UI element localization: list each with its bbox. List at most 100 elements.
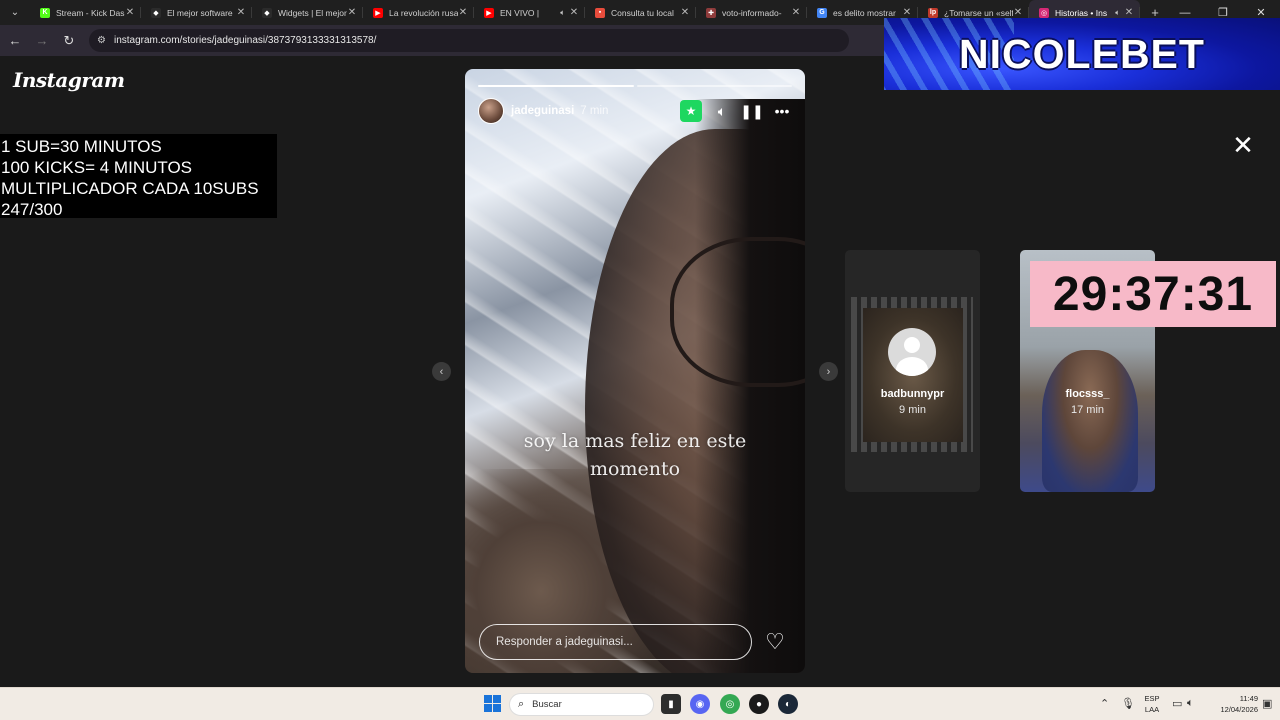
task-view-icon[interactable]: ▮ bbox=[661, 694, 681, 714]
tab-0[interactable]: K Stream - Kick Dash ✕ bbox=[30, 0, 141, 25]
reply-input[interactable]: Responder a jadeguinasi... bbox=[479, 624, 752, 660]
notification-icon[interactable]: ▣ bbox=[1262, 697, 1272, 710]
avatar[interactable] bbox=[478, 98, 504, 124]
tab-close-icon[interactable]: ✕ bbox=[1124, 7, 1134, 18]
close-stories-button[interactable]: ✕ bbox=[1230, 132, 1256, 158]
discord-icon[interactable]: ◉ bbox=[690, 694, 710, 714]
next-story-button[interactable]: › bbox=[819, 362, 838, 381]
lang-line: LAA bbox=[1144, 705, 1160, 714]
volume-button[interactable]: 🔈︎ bbox=[712, 101, 732, 121]
taskbar-search[interactable]: ⌕ Buscar bbox=[509, 693, 654, 716]
taskbar: ⌕ Buscar ▮ ◉ ◎ ● ◐ ⌃ 🎙︎ ESP LAA ▭ 🔈︎ 11:… bbox=[0, 687, 1280, 720]
favicon-icon: G bbox=[817, 7, 827, 18]
favicon-icon: ◆ bbox=[151, 7, 161, 18]
side-story-badbunnypr[interactable]: badbunnypr 9 min bbox=[845, 250, 980, 492]
screen: ⌄ K Stream - Kick Dash ✕ ◆ El mejor software… bbox=[0, 0, 1280, 720]
steam-icon[interactable]: ◐ bbox=[778, 694, 798, 714]
story-caption: soy la mas feliz en este momento bbox=[523, 430, 747, 480]
tab-title: EN VIVO | bbox=[500, 7, 540, 18]
favicon-icon: ▶ bbox=[373, 7, 383, 18]
tab-2[interactable]: ◆ Widgets | El mejor ✕ bbox=[252, 0, 363, 25]
tab-title: Consulta tu local bbox=[611, 7, 674, 18]
arrow-left-icon: ← bbox=[8, 33, 22, 48]
tab-title: Historias • Ins bbox=[1055, 7, 1108, 18]
tab-6[interactable]: ✚ voto-informado- ✕ bbox=[696, 0, 807, 25]
stream-rules-overlay: 1 SUB=30 MINUTOS 100 KICKS= 4 MINUTOS MU… bbox=[0, 134, 277, 219]
tab-close-icon[interactable]: ✕ bbox=[1013, 7, 1023, 18]
instagram-logo[interactable]: Instagram bbox=[13, 68, 125, 92]
more-options-button[interactable]: ••• bbox=[772, 101, 792, 121]
network-icon[interactable]: ▭ bbox=[1172, 697, 1182, 710]
taskbar-search-placeholder: Buscar bbox=[532, 699, 562, 710]
tab-3[interactable]: ▶ La revolución rusa ✕ bbox=[363, 0, 474, 25]
rule-line: 100 KICKS= 4 MINUTOS bbox=[1, 158, 193, 177]
side-story-username: badbunnypr bbox=[880, 388, 945, 400]
story-username[interactable]: jadeguinasi bbox=[511, 105, 574, 117]
tab-close-icon[interactable]: ✕ bbox=[680, 7, 690, 18]
address-bar[interactable]: ⚙ instagram.com/stories/jadeguinasi/3873… bbox=[89, 29, 849, 52]
tab-close-icon[interactable]: ✕ bbox=[458, 7, 468, 18]
story-actions: ★ 🔈︎ ❚❚ ••• bbox=[680, 100, 792, 122]
reload-button[interactable]: ↻ bbox=[57, 29, 81, 53]
story-progress-bar bbox=[478, 85, 792, 87]
tab-close-icon[interactable]: ✕ bbox=[791, 7, 801, 18]
favicon-icon: ◎ bbox=[1039, 7, 1049, 18]
favicon-icon: ▪ bbox=[595, 7, 605, 18]
site-info-icon[interactable]: ⚙ bbox=[97, 35, 106, 46]
windows-logo-icon bbox=[484, 695, 492, 703]
language-indicator[interactable]: ESP LAA bbox=[1142, 693, 1162, 715]
chevron-right-icon: › bbox=[826, 365, 831, 378]
back-button[interactable]: ← bbox=[3, 29, 27, 53]
obs-icon[interactable]: ● bbox=[749, 694, 769, 714]
chevron-left-icon: ‹ bbox=[439, 365, 444, 378]
more-icon: ••• bbox=[774, 103, 790, 119]
tab-title: Stream - Kick Dash bbox=[56, 7, 125, 18]
tab-close-icon[interactable]: ✕ bbox=[902, 7, 912, 18]
tab-close-icon[interactable]: ✕ bbox=[347, 7, 357, 18]
previous-story-button[interactable]: ‹ bbox=[432, 362, 451, 381]
story-image-glasses bbox=[670, 237, 805, 387]
windows-logo-icon bbox=[484, 704, 492, 712]
like-button[interactable]: ♡ bbox=[763, 630, 787, 654]
tab-audio-icon[interactable]: 🔈︎ bbox=[560, 8, 565, 18]
search-icon: ⌕ bbox=[518, 698, 525, 710]
pause-button[interactable]: ❚❚ bbox=[740, 101, 764, 121]
pause-icon: ❚❚ bbox=[740, 102, 764, 119]
favicon-icon: ▶ bbox=[484, 7, 494, 18]
countdown-timer: 29:37:31 bbox=[1030, 261, 1276, 327]
close-icon: ✕ bbox=[1232, 130, 1254, 160]
tab-close-icon[interactable]: ✕ bbox=[569, 7, 579, 18]
progress-segment bbox=[478, 85, 634, 87]
avatar bbox=[888, 328, 936, 376]
side-story-time: 9 min bbox=[899, 404, 926, 416]
close-friends-star-icon: ★ bbox=[680, 100, 702, 122]
rule-line: 247/300 bbox=[1, 200, 63, 219]
clock-time: 11:49 bbox=[1239, 694, 1258, 703]
clock[interactable]: 11:49 12/04/2026 bbox=[1204, 693, 1258, 715]
tab-5[interactable]: ▪ Consulta tu local ✕ bbox=[585, 0, 696, 25]
tab-close-icon[interactable]: ✕ bbox=[125, 7, 135, 18]
favicon-icon: ◆ bbox=[262, 7, 272, 18]
tab-4[interactable]: ▶ EN VIVO | 🔈︎ ✕ bbox=[474, 0, 585, 25]
tab-audio-icon[interactable]: 🔈︎ bbox=[1115, 8, 1120, 18]
heart-icon: ♡ bbox=[765, 629, 785, 654]
speaker-icon[interactable]: 🔈︎ bbox=[1187, 697, 1194, 710]
progress-segment bbox=[636, 85, 792, 87]
tab-close-icon[interactable]: ✕ bbox=[236, 7, 246, 18]
tab-1[interactable]: ◆ El mejor software ✕ bbox=[141, 0, 252, 25]
start-button[interactable] bbox=[484, 695, 501, 712]
clock-date: 12/04/2026 bbox=[1220, 705, 1258, 714]
chevron-down-icon: ⌄ bbox=[10, 7, 20, 18]
volume-icon: 🔈︎ bbox=[717, 102, 727, 119]
tab-title: La revolución rusa bbox=[389, 7, 458, 18]
nicolebet-banner: NICOLEBET bbox=[884, 18, 1280, 90]
active-story[interactable]: jadeguinasi 7 min ★ 🔈︎ ❚❚ ••• soy la mas… bbox=[465, 69, 805, 673]
forward-button[interactable]: → bbox=[30, 29, 54, 53]
chrome-icon[interactable]: ◎ bbox=[720, 694, 740, 714]
tray-chevron-up-icon[interactable]: ⌃ bbox=[1100, 697, 1109, 710]
microphone-icon[interactable]: 🎙︎ bbox=[1121, 697, 1135, 710]
tab-search-button[interactable]: ⌄ bbox=[4, 3, 26, 23]
instagram-stories-page: Instagram 1 SUB=30 MINUTOS 100 KICKS= 4 … bbox=[0, 56, 1280, 687]
story-preview-image bbox=[1042, 350, 1138, 492]
story-header: jadeguinasi 7 min ★ 🔈︎ ❚❚ ••• bbox=[478, 98, 792, 124]
